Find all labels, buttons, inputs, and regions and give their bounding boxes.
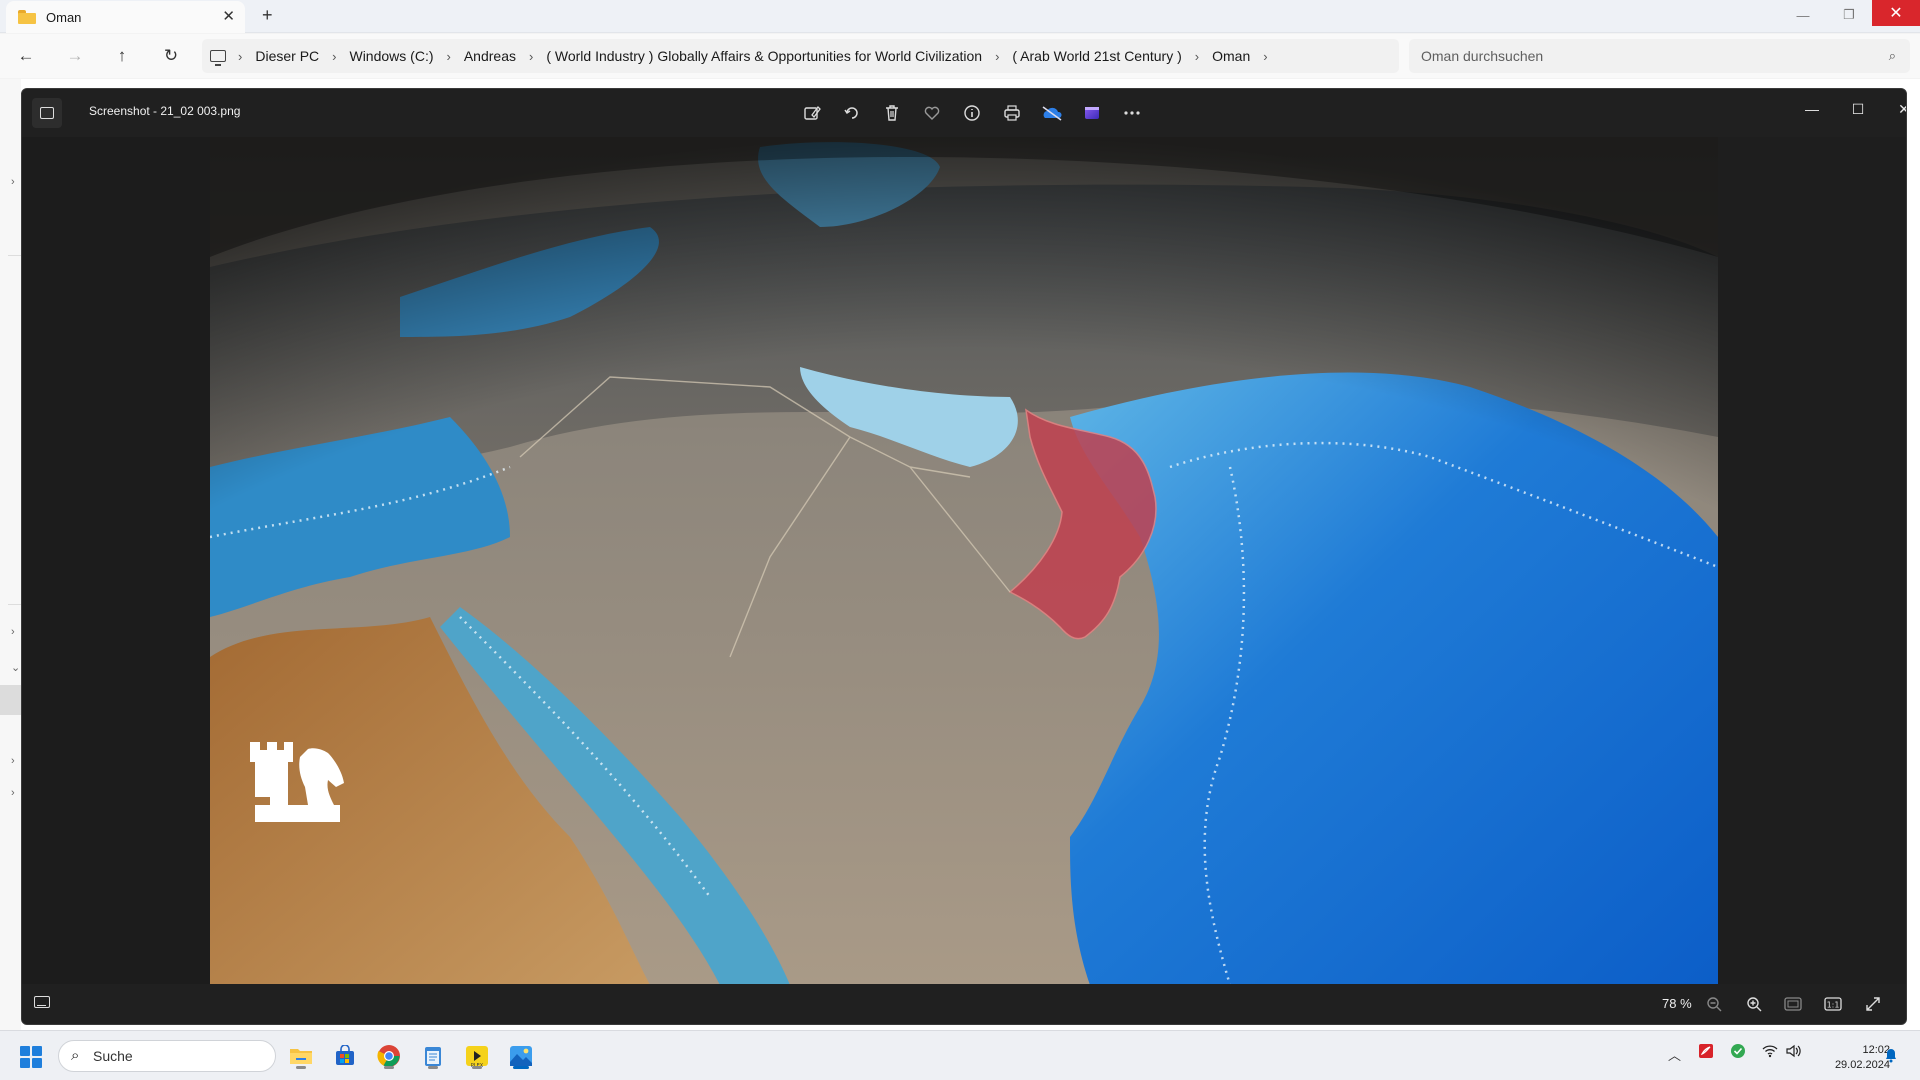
breadcrumb-item[interactable]: Dieser PC [255,48,319,64]
explorer-tabstrip: Oman ✕ + — ❐ ✕ [0,0,1920,33]
image-filename: Screenshot - 21_02 003.png [89,104,241,118]
fullscreen-icon[interactable] [1859,992,1887,1016]
search-icon: ⌕ [71,1047,80,1064]
chrome-icon[interactable] [374,1041,404,1071]
viewer-minimize-button[interactable]: — [1792,95,1832,123]
divider [8,255,21,256]
breadcrumb-item[interactable]: Oman [1212,48,1250,64]
svg-text:1:1: 1:1 [1827,1001,1840,1010]
running-indicator [472,1066,482,1069]
chevron-right-icon[interactable]: › [11,755,15,767]
map-image [210,137,1718,985]
clipchamp-icon[interactable] [1072,99,1112,127]
chevron-right-icon[interactable]: › [238,49,242,64]
viewer-bottom-bar: 78 % 1:1 [22,984,1906,1024]
chevron-right-icon[interactable]: › [332,49,336,64]
tab-oman[interactable]: Oman ✕ [6,1,245,33]
chevron-right-icon[interactable]: › [1195,49,1199,64]
edit-image-icon[interactable] [792,99,832,127]
zoom-level: 78 % [1662,996,1692,1011]
taskbar-search-label: Suche [93,1048,133,1064]
acrobat-tray-icon[interactable] [1698,1043,1714,1062]
start-button[interactable] [20,1046,42,1068]
chevron-up-icon[interactable]: ︿ [1668,1045,1681,1064]
security-tray-icon[interactable] [1730,1043,1746,1062]
restore-button[interactable]: ❐ [1826,0,1872,30]
navigation-bar: ← → ↑ ↻ › Dieser PC › Windows (C:) › And… [0,34,1920,78]
search-placeholder: Oman durchsuchen [1421,48,1544,64]
zoom-out-icon[interactable] [1700,992,1728,1016]
more-icon[interactable] [1112,99,1152,127]
breadcrumb-item[interactable]: ( World Industry ) Globally Affairs & Op… [546,48,982,64]
file-explorer-icon[interactable] [286,1041,316,1071]
fit-to-window-icon[interactable] [1779,992,1807,1016]
this-pc-icon [210,50,226,66]
close-tab-icon[interactable]: ✕ [222,7,235,25]
onedrive-icon[interactable] [1032,99,1072,127]
vignette [210,137,1718,985]
taskbar-search[interactable]: ⌕ Suche [58,1040,276,1072]
navigation-pane: › › ⌄ › › [0,79,21,1030]
new-tab-button[interactable]: + [262,5,273,26]
search-input[interactable]: Oman durchsuchen ⌕ [1409,39,1910,73]
search-icon: ⌕ [1888,48,1896,63]
breadcrumb-item[interactable]: Andreas [464,48,516,64]
system-clock[interactable]: 12:02 29.02.2024 [1808,1043,1890,1073]
tab-title: Oman [46,9,82,25]
viewer-left-gutter [22,137,210,985]
forward-button[interactable]: → [61,42,89,70]
taskbar: ⌕ Suche PLEX ︿ 12:02 29.02.2024 [0,1030,1920,1080]
chevron-right-icon[interactable]: › [11,626,15,638]
refresh-button[interactable]: ↻ [157,42,185,70]
filmstrip-toggle-icon[interactable] [34,996,50,1008]
microsoft-store-icon[interactable] [330,1041,360,1071]
actual-size-icon[interactable]: 1:1 [1819,992,1847,1016]
notification-bell-icon[interactable] [1884,1047,1898,1063]
notepad-icon[interactable] [418,1041,448,1071]
viewer-maximize-button[interactable]: ☐ [1838,95,1878,123]
divider [8,604,21,605]
active-indicator [513,1066,529,1069]
chevron-down-icon[interactable]: ⌄ [11,661,20,674]
running-indicator [384,1066,394,1069]
clock-date: 29.02.2024 [1834,1059,1890,1071]
wifi-icon[interactable] [1762,1044,1778,1061]
viewer-toolbar [792,99,1152,127]
address-bar[interactable]: › Dieser PC › Windows (C:) › Andreas › (… [202,39,1399,73]
viewer-close-button[interactable]: ✕ [1884,95,1906,123]
minimize-button[interactable]: — [1780,0,1826,30]
folder-icon [18,10,36,24]
viewer-titlebar: Screenshot - 21_02 003.png — ☐ [22,89,1906,137]
up-button[interactable]: ↑ [108,42,136,70]
zoom-in-icon[interactable] [1740,992,1768,1016]
chevron-right-icon[interactable]: › [529,49,533,64]
back-button[interactable]: ← [12,42,40,70]
chevron-right-icon[interactable]: › [11,787,15,799]
info-icon[interactable] [952,99,992,127]
print-icon[interactable] [992,99,1032,127]
chevron-right-icon[interactable]: › [11,176,15,188]
running-indicator [428,1066,438,1069]
photos-icon[interactable] [506,1041,536,1071]
breadcrumb-item[interactable]: ( Arab World 21st Century ) [1012,48,1181,64]
breadcrumb-item[interactable]: Windows (C:) [349,48,433,64]
running-indicator [296,1066,306,1069]
selected-nav-item[interactable] [0,685,21,715]
favorite-icon[interactable] [912,99,952,127]
displayed-image[interactable] [210,137,1718,985]
volume-icon[interactable] [1786,1044,1802,1061]
rotate-icon[interactable] [832,99,872,127]
photos-app-icon[interactable] [32,98,62,128]
photos-viewer-window: Screenshot - 21_02 003.png — ☐ 78 % 1:1 [21,88,1907,1025]
chevron-right-icon[interactable]: › [1263,49,1267,64]
delete-icon[interactable] [872,99,912,127]
plex-icon[interactable]: PLEX [462,1041,492,1071]
close-window-button[interactable]: ✕ [1872,0,1920,26]
clock-time: 12:02 [1862,1044,1890,1056]
chevron-right-icon[interactable]: › [995,49,999,64]
chevron-right-icon[interactable]: › [447,49,451,64]
